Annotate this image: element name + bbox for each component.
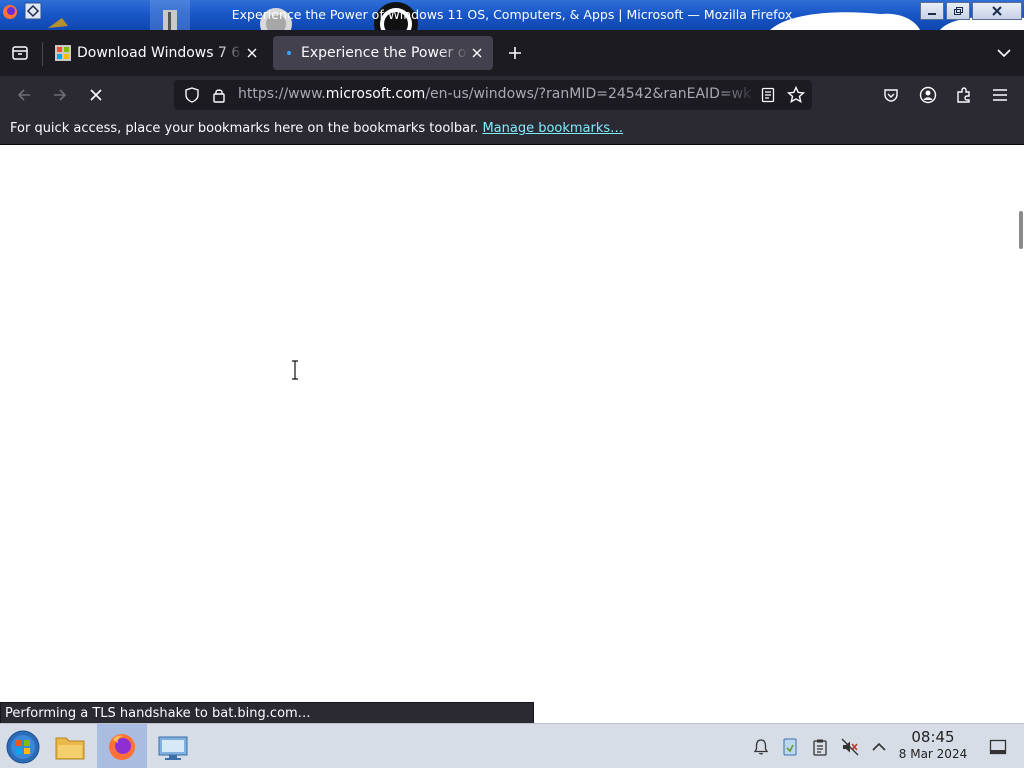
close-window-button[interactable] [972, 2, 1022, 20]
plus-icon [509, 47, 521, 59]
arrow-left-icon [17, 89, 30, 101]
navigation-toolbar: https://www.microsoft.com/en-us/windows/… [0, 76, 1024, 114]
new-tab-button[interactable] [501, 39, 529, 67]
close-icon [472, 48, 482, 58]
url-domain: microsoft.com [325, 86, 426, 102]
puzzle-piece-icon [957, 87, 970, 103]
stop-loading-button[interactable] [82, 81, 110, 109]
close-tab-button[interactable] [469, 45, 485, 61]
clock-date: 8 Mar 2024 [898, 747, 968, 761]
tab-download-windows-7[interactable]: Download Windows 7 6.1 [48, 36, 268, 70]
bookmarks-toolbar-message-row: For quick access, place your bookmarks h… [10, 121, 623, 136]
show-desktop-button[interactable] [985, 724, 1011, 768]
tray-volume[interactable] [839, 724, 861, 768]
arrow-right-icon [54, 89, 67, 101]
chevron-down-icon [997, 49, 1011, 58]
bookmarks-toolbar: For quick access, place your bookmarks h… [0, 114, 1024, 145]
maximize-button[interactable] [946, 2, 970, 20]
system-settings-icon [158, 736, 188, 760]
reader-view-icon[interactable] [761, 87, 775, 103]
hamburger-menu-icon [993, 89, 1007, 101]
application-menu-button[interactable] [986, 81, 1014, 109]
windows-favicon [55, 45, 71, 61]
tray-clipboard[interactable] [809, 724, 831, 768]
bookmark-star-icon[interactable] [787, 86, 805, 104]
chevron-up-icon [872, 742, 886, 751]
tab-experience-the-power[interactable]: Experience the Power of [273, 36, 493, 70]
start-menu-icon [6, 730, 40, 763]
pocket-button[interactable] [877, 81, 905, 109]
close-icon [247, 48, 257, 58]
close-tab-button[interactable] [244, 45, 260, 61]
minimize-button[interactable] [920, 2, 944, 20]
tray-show-hidden-icons[interactable] [868, 724, 890, 768]
url-text[interactable]: https://www.microsoft.com/en-us/windows/… [238, 86, 758, 102]
account-button[interactable] [914, 81, 942, 109]
start-button[interactable] [2, 724, 44, 768]
firefox-view-button[interactable] [6, 39, 34, 67]
clock-time: 08:45 [911, 728, 955, 746]
extensions-button[interactable] [950, 81, 978, 109]
restore-icon [954, 7, 963, 15]
taskbar-file-manager[interactable] [48, 724, 92, 768]
desktop: Experience the Power of Windows 11 OS, C… [0, 0, 1024, 768]
tab-label: Experience the Power of [301, 45, 469, 61]
url-path: /en-us/windows/?ranMID=24542&ranEAID=wk [425, 86, 752, 102]
taskbar-clock[interactable]: 08:45 8 Mar 2024 [896, 728, 970, 762]
account-icon [919, 86, 937, 104]
tab-label: Download Windows 7 6.1 [77, 45, 243, 61]
list-all-tabs-button[interactable] [990, 39, 1018, 67]
address-bar[interactable]: https://www.microsoft.com/en-us/windows/… [174, 80, 812, 110]
taskbar-firefox[interactable] [97, 724, 147, 768]
status-panel: Performing a TLS handshake to bat.bing.c… [0, 702, 534, 724]
bookmarks-toolbar-message: For quick access, place your bookmarks h… [10, 121, 479, 136]
scrollbar-thumb[interactable] [1019, 211, 1023, 249]
tab-strip-separator [42, 42, 43, 66]
close-icon [992, 6, 1002, 16]
url-prefix: https://www. [238, 86, 326, 102]
firefox-view-icon [12, 46, 28, 60]
folder-icon [55, 737, 85, 759]
close-icon [90, 89, 102, 101]
taskbar: 08:45 8 Mar 2024 [0, 723, 1024, 768]
volume-muted-icon [841, 738, 859, 755]
back-button[interactable] [10, 81, 38, 109]
tab-strip: Download Windows 7 6.1 Experience the Po… [0, 30, 1024, 76]
lock-icon[interactable] [212, 87, 226, 103]
tray-notifications[interactable] [750, 724, 772, 768]
updates-icon [783, 738, 797, 755]
taskbar-system-settings[interactable] [151, 724, 195, 768]
page-content[interactable]: Performing a TLS handshake to bat.bing.c… [0, 145, 1024, 724]
window-title-bar[interactable]: Experience the Power of Windows 11 OS, C… [0, 0, 1024, 30]
tray-updates[interactable] [779, 724, 801, 768]
minimize-icon [928, 13, 936, 15]
firefox-icon [109, 733, 135, 760]
bell-icon [753, 738, 769, 755]
show-desktop-icon [989, 739, 1007, 754]
forward-button[interactable] [46, 81, 74, 109]
loading-dot-icon [287, 51, 291, 55]
pocket-icon [884, 89, 898, 102]
tracking-protection-shield-icon[interactable] [184, 87, 200, 103]
manage-bookmarks-link[interactable]: Manage bookmarks… [482, 121, 623, 136]
clipboard-icon [813, 739, 827, 756]
text-cursor-icon [292, 360, 298, 380]
window-title: Experience the Power of Windows 11 OS, C… [231, 7, 793, 22]
